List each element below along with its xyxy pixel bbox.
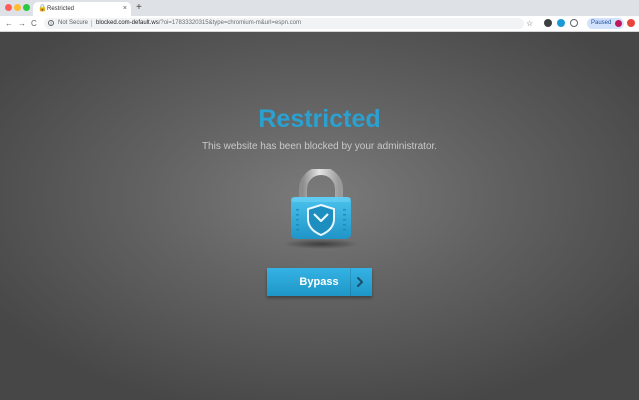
close-window-button[interactable] [5,4,12,11]
back-button[interactable]: ← [5,18,13,29]
browser-menu-icon[interactable] [627,19,635,27]
bookmark-star-icon[interactable]: ☆ [526,18,533,29]
button-divider [350,268,351,296]
extension-outline-icon[interactable] [570,19,578,27]
browser-toolbar: ← → C i Not Secure blocked.com-default.w… [0,16,639,32]
padlock-shield-icon [283,169,359,249]
block-message: This website has been blocked by your ad… [201,141,438,152]
forward-button[interactable]: → [18,18,26,29]
url-host: blocked.com-default.ws [96,20,159,26]
address-divider [91,20,92,27]
extension-dark-icon[interactable] [544,19,552,27]
info-icon[interactable]: i [48,20,54,27]
extension-blue-icon[interactable] [557,19,565,27]
url-text[interactable]: blocked.com-default.ws/?oi=17833320315&t… [96,19,301,28]
avatar [615,20,622,27]
tab-close-icon[interactable]: × [123,4,127,14]
paused-label: Paused [591,20,612,26]
chevron-right-icon [357,277,363,287]
security-status[interactable]: Not Secure [58,19,88,28]
tab-strip: 🔒 Restricted × + [0,0,639,16]
browser-window: 🔒 Restricted × + ← → C i Not Secure bloc… [0,0,639,400]
bypass-button[interactable]: Bypass [267,268,372,296]
reload-button[interactable]: C [31,18,37,29]
new-tab-button[interactable]: + [136,2,142,14]
url-path: /?oi=17833320315&type=chromium-m&url=esp… [158,20,301,26]
profile-paused-button[interactable]: Paused [587,18,624,29]
lock-icon: 🔒 [38,5,47,12]
block-page: Restricted This website has been blocked… [0,32,639,400]
tab-title: Restricted [47,6,75,12]
maximize-window-button[interactable] [23,4,30,11]
minimize-window-button[interactable] [14,4,21,11]
page-title: Restricted [258,105,381,133]
address-bar[interactable]: i Not Secure blocked.com-default.ws/?oi=… [44,18,524,29]
tab-restricted[interactable]: 🔒 Restricted × [33,2,131,16]
